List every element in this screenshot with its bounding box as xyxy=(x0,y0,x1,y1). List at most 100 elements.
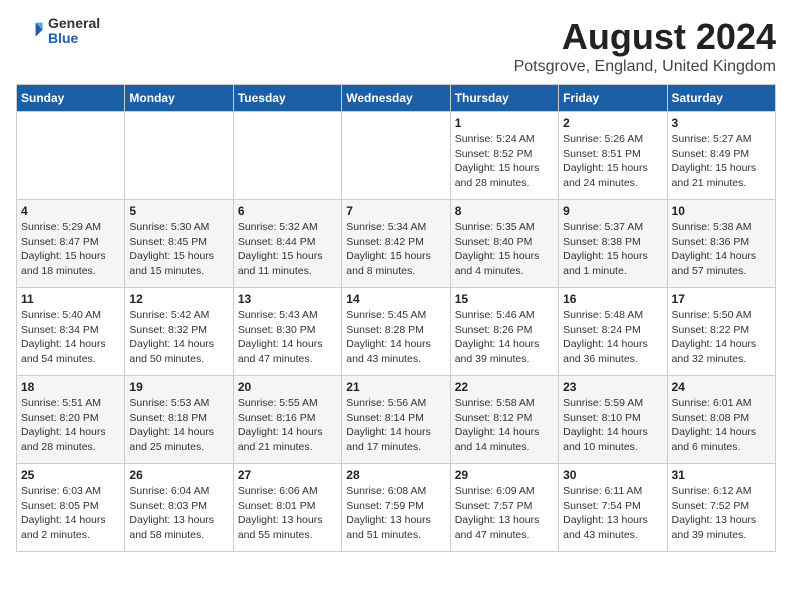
day-cell xyxy=(17,112,125,200)
day-number: 10 xyxy=(672,204,771,218)
day-info: Sunrise: 6:08 AM Sunset: 7:59 PM Dayligh… xyxy=(346,484,445,543)
logo-icon xyxy=(16,17,44,45)
day-number: 11 xyxy=(21,292,120,306)
day-cell: 6Sunrise: 5:32 AM Sunset: 8:44 PM Daylig… xyxy=(233,200,341,288)
day-info: Sunrise: 5:32 AM Sunset: 8:44 PM Dayligh… xyxy=(238,220,337,279)
day-number: 8 xyxy=(455,204,554,218)
day-cell: 21Sunrise: 5:56 AM Sunset: 8:14 PM Dayli… xyxy=(342,376,450,464)
header-cell-tuesday: Tuesday xyxy=(233,85,341,112)
day-cell: 23Sunrise: 5:59 AM Sunset: 8:10 PM Dayli… xyxy=(559,376,667,464)
day-info: Sunrise: 6:11 AM Sunset: 7:54 PM Dayligh… xyxy=(563,484,662,543)
week-row-2: 11 Sunrise: 5:40 AM Sunset: 8:34 PM Dayli… xyxy=(17,288,776,376)
day-info: Sunrise: 6:04 AM Sunset: 8:03 PM Dayligh… xyxy=(129,484,228,543)
logo-text: General Blue xyxy=(48,16,100,47)
day-number: 3 xyxy=(672,116,771,130)
week-row-3: 18 Sunrise: 5:51 AM Sunset: 8:20 PM Dayli… xyxy=(17,376,776,464)
day-cell: 19Sunrise: 5:53 AM Sunset: 8:18 PM Dayli… xyxy=(125,376,233,464)
header-cell-saturday: Saturday xyxy=(667,85,775,112)
day-cell: 27 Sunrise: 6:06 AM Sunset: 8:01 PM Dayli… xyxy=(233,464,341,552)
day-cell: 18 Sunrise: 5:51 AM Sunset: 8:20 PM Dayli… xyxy=(17,376,125,464)
day-cell: 15 Sunrise: 5:46 AM Sunset: 8:26 PM Dayli… xyxy=(450,288,558,376)
day-info: Sunrise: 5:56 AM Sunset: 8:14 PM Dayligh… xyxy=(346,396,445,455)
day-cell: 31 Sunrise: 6:12 AM Sunset: 7:52 PM Dayli… xyxy=(667,464,775,552)
day-info: Sunrise: 5:26 AM Sunset: 8:51 PM Dayligh… xyxy=(563,132,662,191)
day-info: Sunrise: 6:12 AM Sunset: 7:52 PM Dayligh… xyxy=(672,484,771,543)
day-number: 15 xyxy=(455,292,554,306)
day-number: 17 xyxy=(672,292,771,306)
day-number: 4 xyxy=(21,204,120,218)
day-cell xyxy=(125,112,233,200)
day-info: Sunrise: 5:45 AM Sunset: 8:28 PM Dayligh… xyxy=(346,308,445,367)
day-cell: 26 Sunrise: 6:04 AM Sunset: 8:03 PM Dayli… xyxy=(125,464,233,552)
day-info: Sunrise: 5:24 AM Sunset: 8:52 PM Dayligh… xyxy=(455,132,554,191)
header-row: SundayMondayTuesdayWednesdayThursdayFrid… xyxy=(17,85,776,112)
day-number: 30 xyxy=(563,468,662,482)
day-info: Sunrise: 5:38 AM Sunset: 8:36 PM Dayligh… xyxy=(672,220,771,279)
header-cell-sunday: Sunday xyxy=(17,85,125,112)
day-cell: 17 Sunrise: 5:50 AM Sunset: 8:22 PM Dayli… xyxy=(667,288,775,376)
day-number: 2 xyxy=(563,116,662,130)
day-info: Sunrise: 5:51 AM Sunset: 8:20 PM Dayligh… xyxy=(21,396,120,455)
day-cell: 28 Sunrise: 6:08 AM Sunset: 7:59 PM Dayli… xyxy=(342,464,450,552)
day-info: Sunrise: 5:43 AM Sunset: 8:30 PM Dayligh… xyxy=(238,308,337,367)
day-number: 24 xyxy=(672,380,771,394)
day-info: Sunrise: 5:46 AM Sunset: 8:26 PM Dayligh… xyxy=(455,308,554,367)
day-number: 29 xyxy=(455,468,554,482)
day-info: Sunrise: 5:34 AM Sunset: 8:42 PM Dayligh… xyxy=(346,220,445,279)
week-row-0: 1 Sunrise: 5:24 AM Sunset: 8:52 PM Daylig… xyxy=(17,112,776,200)
day-number: 12 xyxy=(129,292,228,306)
day-cell: 3 Sunrise: 5:27 AM Sunset: 8:49 PM Daylig… xyxy=(667,112,775,200)
day-cell: 13 Sunrise: 5:43 AM Sunset: 8:30 PM Dayli… xyxy=(233,288,341,376)
day-info: Sunrise: 5:50 AM Sunset: 8:22 PM Dayligh… xyxy=(672,308,771,367)
day-cell: 16Sunrise: 5:48 AM Sunset: 8:24 PM Dayli… xyxy=(559,288,667,376)
day-info: Sunrise: 5:35 AM Sunset: 8:40 PM Dayligh… xyxy=(455,220,554,279)
day-cell: 20Sunrise: 5:55 AM Sunset: 8:16 PM Dayli… xyxy=(233,376,341,464)
day-cell: 1 Sunrise: 5:24 AM Sunset: 8:52 PM Daylig… xyxy=(450,112,558,200)
day-info: Sunrise: 5:29 AM Sunset: 8:47 PM Dayligh… xyxy=(21,220,120,279)
day-number: 27 xyxy=(238,468,337,482)
day-cell: 12 Sunrise: 5:42 AM Sunset: 8:32 PM Dayli… xyxy=(125,288,233,376)
day-cell: 10 Sunrise: 5:38 AM Sunset: 8:36 PM Dayli… xyxy=(667,200,775,288)
week-row-1: 4 Sunrise: 5:29 AM Sunset: 8:47 PM Daylig… xyxy=(17,200,776,288)
day-info: Sunrise: 5:42 AM Sunset: 8:32 PM Dayligh… xyxy=(129,308,228,367)
logo-general: General xyxy=(48,16,100,31)
day-info: Sunrise: 5:58 AM Sunset: 8:12 PM Dayligh… xyxy=(455,396,554,455)
day-number: 25 xyxy=(21,468,120,482)
day-number: 5 xyxy=(129,204,228,218)
day-info: Sunrise: 6:06 AM Sunset: 8:01 PM Dayligh… xyxy=(238,484,337,543)
day-cell: 8 Sunrise: 5:35 AM Sunset: 8:40 PM Daylig… xyxy=(450,200,558,288)
day-cell: 14Sunrise: 5:45 AM Sunset: 8:28 PM Dayli… xyxy=(342,288,450,376)
day-info: Sunrise: 5:55 AM Sunset: 8:16 PM Dayligh… xyxy=(238,396,337,455)
day-cell: 2 Sunrise: 5:26 AM Sunset: 8:51 PM Daylig… xyxy=(559,112,667,200)
day-number: 9 xyxy=(563,204,662,218)
calendar-header: SundayMondayTuesdayWednesdayThursdayFrid… xyxy=(17,85,776,112)
day-cell: 29Sunrise: 6:09 AM Sunset: 7:57 PM Dayli… xyxy=(450,464,558,552)
day-cell: 24 Sunrise: 6:01 AM Sunset: 8:08 PM Dayli… xyxy=(667,376,775,464)
day-number: 1 xyxy=(455,116,554,130)
day-cell xyxy=(233,112,341,200)
day-cell: 22 Sunrise: 5:58 AM Sunset: 8:12 PM Dayli… xyxy=(450,376,558,464)
day-number: 7 xyxy=(346,204,445,218)
month-title: August 2024 xyxy=(514,16,776,58)
day-info: Sunrise: 6:01 AM Sunset: 8:08 PM Dayligh… xyxy=(672,396,771,455)
day-number: 23 xyxy=(563,380,662,394)
day-cell xyxy=(342,112,450,200)
day-number: 18 xyxy=(21,380,120,394)
day-info: Sunrise: 5:48 AM Sunset: 8:24 PM Dayligh… xyxy=(563,308,662,367)
day-info: Sunrise: 5:40 AM Sunset: 8:34 PM Dayligh… xyxy=(21,308,120,367)
logo: General Blue xyxy=(16,16,100,47)
day-number: 31 xyxy=(672,468,771,482)
day-cell: 5Sunrise: 5:30 AM Sunset: 8:45 PM Daylig… xyxy=(125,200,233,288)
day-number: 26 xyxy=(129,468,228,482)
header-cell-monday: Monday xyxy=(125,85,233,112)
day-info: Sunrise: 5:37 AM Sunset: 8:38 PM Dayligh… xyxy=(563,220,662,279)
day-number: 22 xyxy=(455,380,554,394)
header-cell-wednesday: Wednesday xyxy=(342,85,450,112)
day-info: Sunrise: 5:27 AM Sunset: 8:49 PM Dayligh… xyxy=(672,132,771,191)
calendar: SundayMondayTuesdayWednesdayThursdayFrid… xyxy=(16,84,776,552)
title-block: August 2024 Potsgrove, England, United K… xyxy=(514,16,776,76)
day-cell: 9 Sunrise: 5:37 AM Sunset: 8:38 PM Daylig… xyxy=(559,200,667,288)
day-number: 28 xyxy=(346,468,445,482)
day-number: 13 xyxy=(238,292,337,306)
day-cell: 11 Sunrise: 5:40 AM Sunset: 8:34 PM Dayli… xyxy=(17,288,125,376)
